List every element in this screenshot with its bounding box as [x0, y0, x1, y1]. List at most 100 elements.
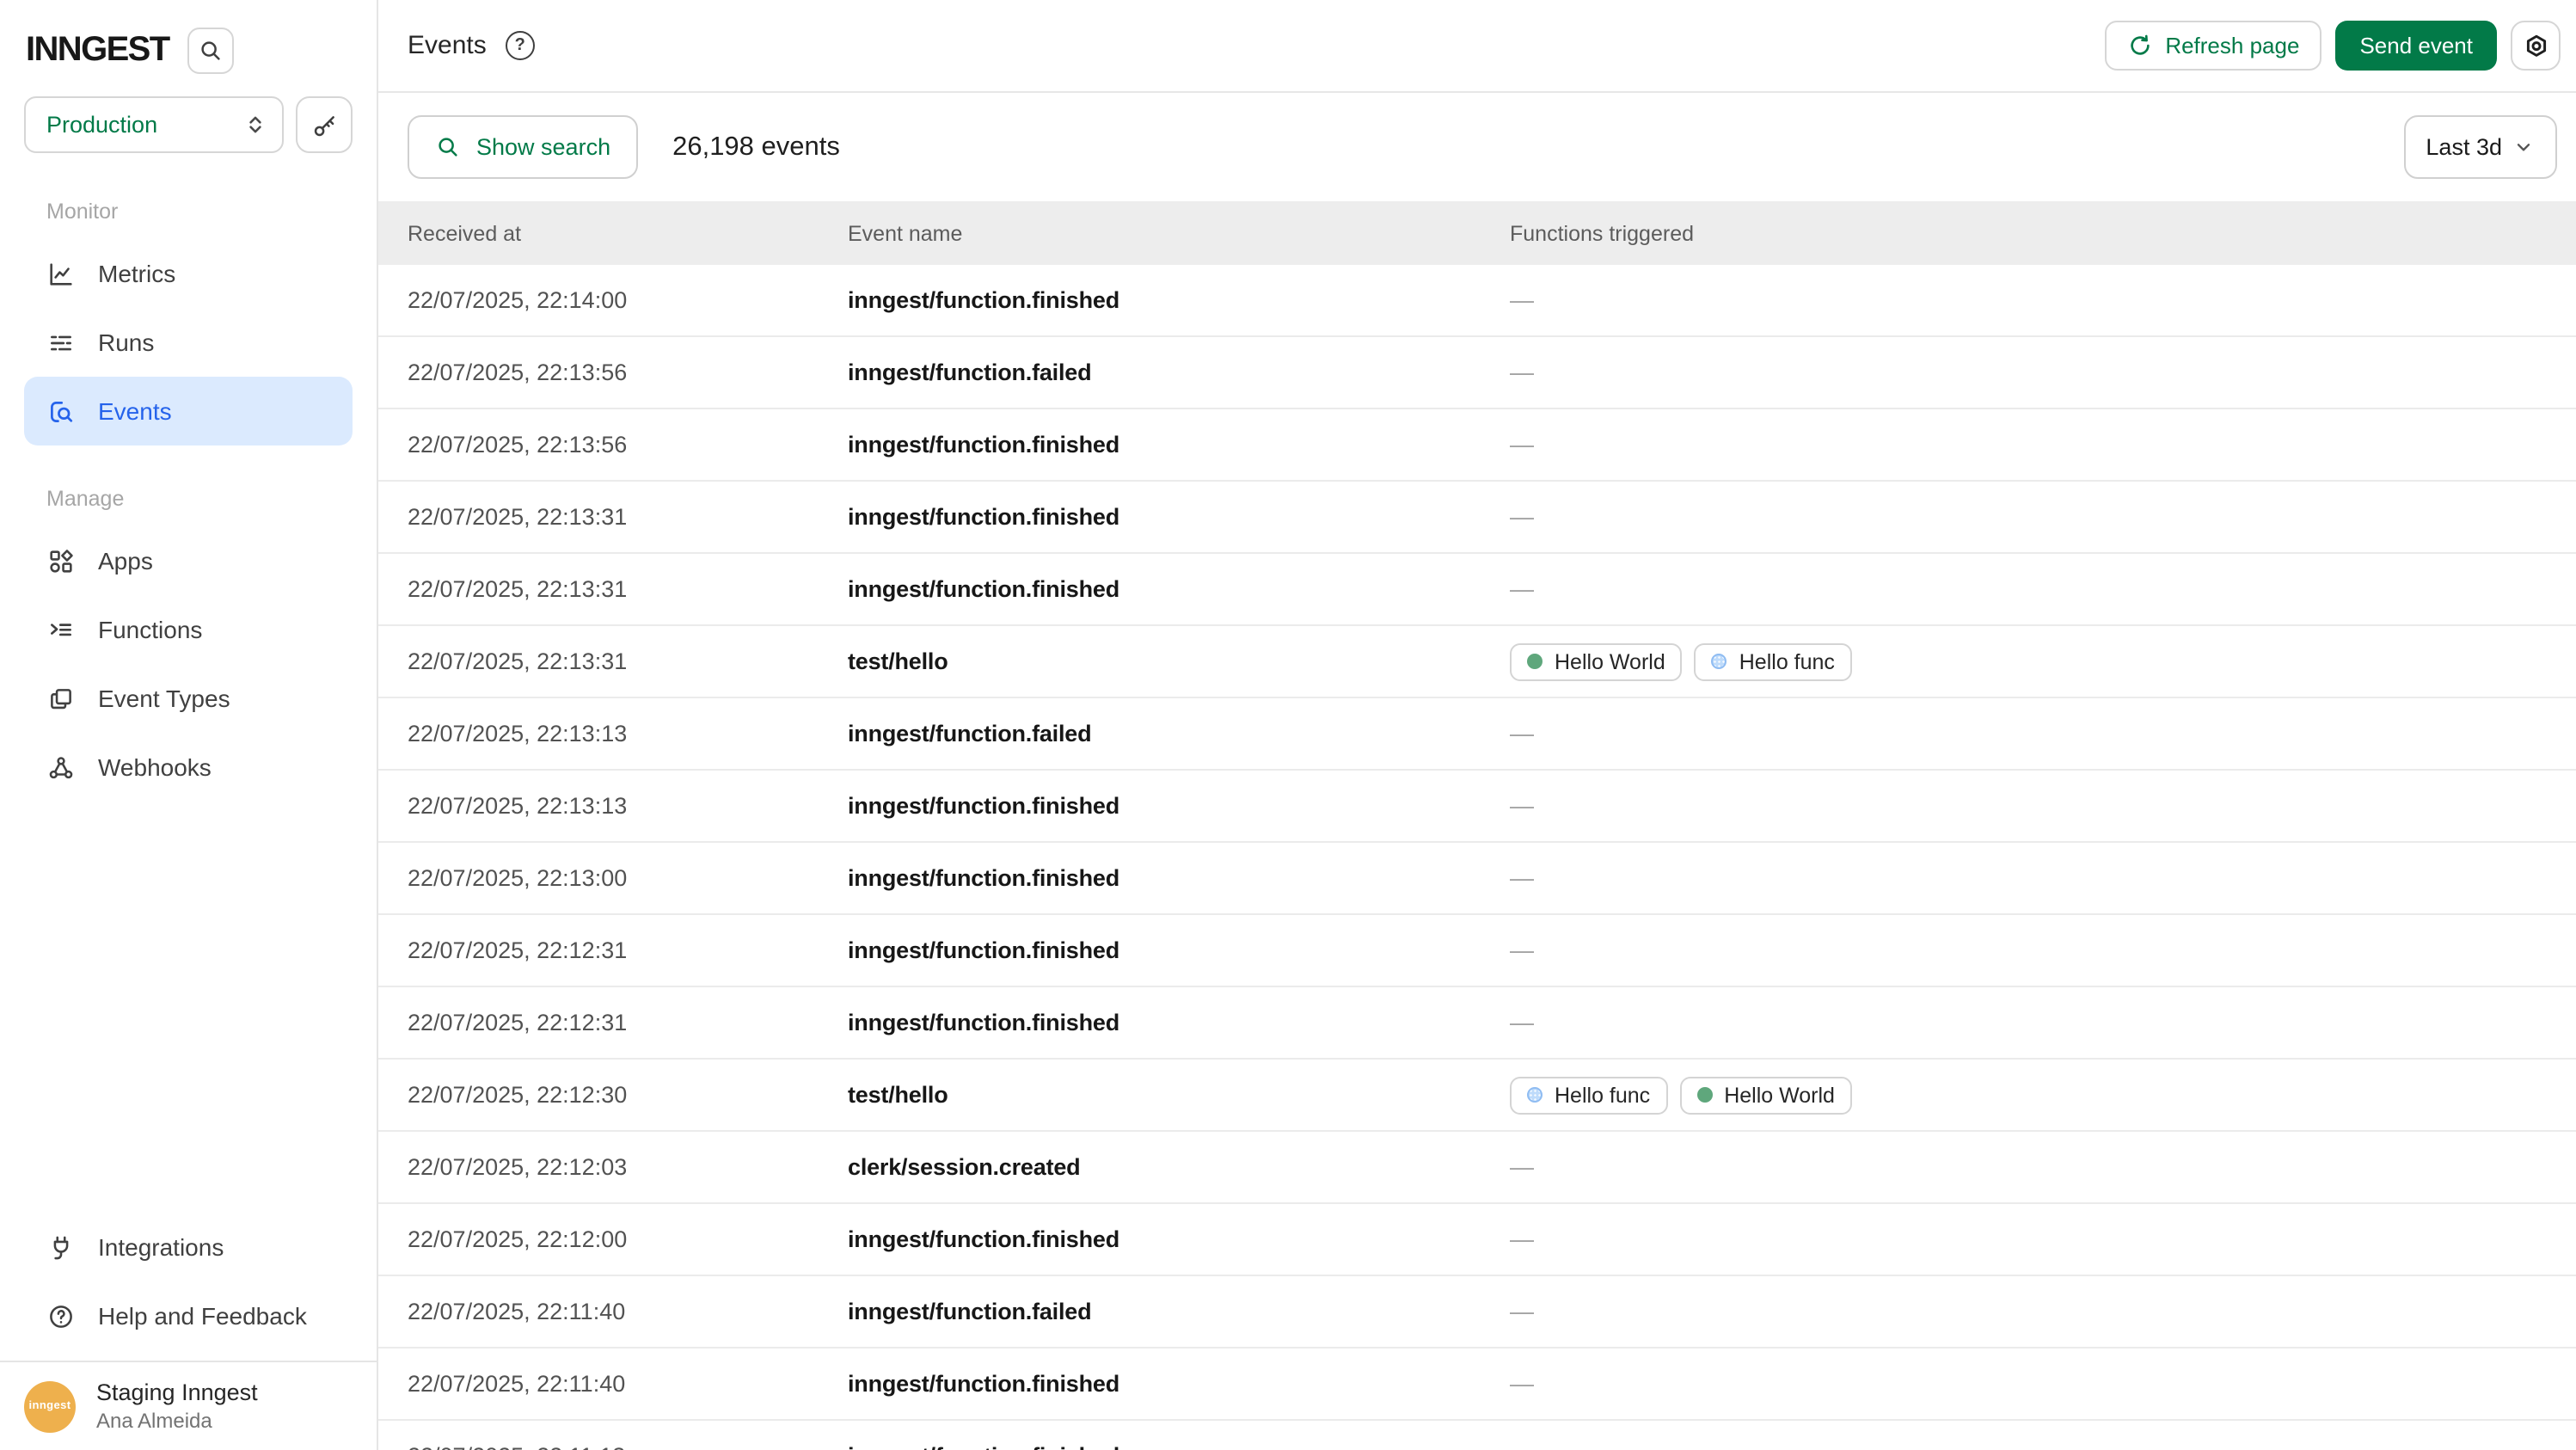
sidebar-spacer — [0, 802, 377, 1213]
sidebar-item-runs[interactable]: Runs — [24, 308, 353, 377]
sidebar-item-label: Help and Feedback — [98, 1302, 307, 1330]
table-row[interactable]: 22/07/2025, 22:13:31 inngest/function.fin… — [378, 554, 2576, 626]
empty-dash: — — [1510, 1152, 1534, 1179]
show-search-button[interactable]: Show search — [408, 115, 638, 179]
functions-triggered-cell: Hello World Hello func — [1510, 642, 2576, 680]
send-event-button[interactable]: Send event — [2335, 21, 2497, 71]
sidebar-item-webhooks[interactable]: Webhooks — [24, 733, 353, 802]
table-row[interactable]: 22/07/2025, 22:12:00inngest/function.fin… — [378, 1204, 2576, 1276]
events-search-icon — [46, 396, 76, 426]
event-name-cell: inngest/function.finished — [848, 575, 1119, 601]
section-label: Manage — [24, 487, 353, 511]
table-row[interactable]: 22/07/2025, 22:12:03clerk/session.create… — [378, 1132, 2576, 1204]
table-row[interactable]: 22/07/2025, 22:12:30test/helloHello func… — [378, 1060, 2576, 1132]
org-name: Staging Inngest — [96, 1379, 258, 1405]
function-status-dot-green — [1696, 1087, 1712, 1103]
received-at-cell: 22/07/2025, 22:12:00 — [408, 1226, 627, 1251]
functions-triggered-cell: — — [1510, 1152, 2576, 1183]
table-row[interactable]: 22/07/2025, 22:13:56inngest/function.fai… — [378, 337, 2576, 409]
received-at-cell: 22/07/2025, 22:13:13 — [408, 720, 627, 746]
sidebar-item-label: Runs — [98, 329, 154, 356]
table-row[interactable]: 22/07/2025, 22:13:56inngest/function.fin… — [378, 409, 2576, 482]
functions-triggered-cell: — — [1510, 1368, 2576, 1399]
settings-button[interactable] — [2511, 21, 2561, 71]
time-range-select[interactable]: Last 3d — [2403, 115, 2557, 179]
function-status-dot-green — [1527, 654, 1543, 669]
event-name-cell: inngest/function.failed — [848, 1298, 1091, 1324]
received-at-cell: 22/07/2025, 22:13:13 — [408, 792, 627, 818]
event-name-cell: test/hello — [848, 1081, 948, 1107]
empty-dash: — — [1510, 1296, 1534, 1324]
main-content: Events ? Refresh page Send event Show se… — [378, 0, 2576, 1450]
table-header: Received at Event name Functions trigger… — [378, 201, 2576, 265]
search-icon — [199, 38, 224, 64]
refresh-page-button[interactable]: Refresh page — [2105, 21, 2321, 71]
environment-select[interactable]: Production — [24, 96, 284, 153]
header-actions: Refresh page Send event — [2105, 21, 2561, 71]
event-name-cell: inngest/function.finished — [848, 1442, 1119, 1450]
sidebar-section-manage: Manage Apps Functions Event Types Webhoo… — [0, 487, 377, 802]
table-row[interactable]: 22/07/2025, 22:11:40inngest/function.fin… — [378, 1349, 2576, 1421]
event-name-cell: inngest/function.finished — [848, 431, 1119, 457]
event-name-cell: inngest/function.failed — [848, 359, 1091, 384]
sidebar: INNGEST Production Monitor Metrics — [0, 0, 378, 1450]
page-help-icon[interactable]: ? — [506, 31, 535, 60]
runs-list-icon — [46, 328, 76, 357]
sidebar-item-events[interactable]: Events — [24, 377, 353, 445]
table-row[interactable]: 22/07/2025, 22:13:31inngest/function.fin… — [378, 482, 2576, 554]
sidebar-search-button[interactable] — [188, 28, 235, 74]
event-name-cell: inngest/function.finished — [848, 503, 1119, 529]
table-row[interactable]: 22/07/2025, 22:13:13inngest/function.fin… — [378, 771, 2576, 843]
sidebar-item-label: Apps — [98, 547, 153, 574]
event-name-cell: inngest/function.finished — [848, 937, 1119, 962]
received-at-cell: 22/07/2025, 22:11:13 — [408, 1442, 625, 1450]
function-badge[interactable]: Hello func — [1695, 642, 1852, 680]
function-badge[interactable]: Hello World — [1679, 1076, 1852, 1114]
table-row[interactable]: 22/07/2025, 22:12:31inngest/function.fin… — [378, 987, 2576, 1060]
table-row[interactable]: 22/07/2025, 22:13:00inngest/function.fin… — [378, 843, 2576, 915]
empty-dash: — — [1510, 429, 1534, 457]
events-toolbar: Show search 26,198 events Last 3d — [378, 93, 2576, 201]
sidebar-item-integrations[interactable]: Integrations — [24, 1213, 353, 1281]
table-row[interactable]: 22/07/2025, 22:13:13 inngest/function.fai… — [378, 698, 2576, 771]
section-label: Monitor — [24, 200, 353, 224]
sidebar-item-label: Integrations — [98, 1233, 224, 1261]
functions-triggered-cell: — — [1510, 574, 2576, 605]
sidebar-item-metrics[interactable]: Metrics — [24, 239, 353, 308]
table-row[interactable]: 22/07/2025, 22:13:31 test/hello Hello Worl… — [378, 626, 2576, 698]
functions-triggered-cell: — — [1510, 935, 2576, 966]
table-row[interactable]: 22/07/2025, 22:11:13 inngest/function.fin… — [378, 1421, 2576, 1450]
function-status-dot-blue — [1527, 1087, 1543, 1103]
event-name-cell: test/hello — [848, 648, 948, 673]
time-range-label: Last 3d — [2426, 134, 2502, 160]
function-badge-label: Hello World — [1724, 1083, 1835, 1107]
chevron-down-icon — [2512, 136, 2535, 158]
event-name-cell: inngest/function.failed — [848, 720, 1091, 746]
account-switcher[interactable]: inngest Staging Inngest Ana Almeida — [0, 1361, 377, 1450]
received-at-cell: 22/07/2025, 22:13:31 — [408, 575, 627, 601]
functions-triggered-cell: — — [1510, 790, 2576, 821]
event-types-copy-icon — [46, 684, 76, 713]
function-badge[interactable]: Hello func — [1510, 1076, 1667, 1114]
function-badge[interactable]: Hello World — [1510, 642, 1683, 680]
table-row[interactable]: 22/07/2025, 22:14:00inngest/function.fin… — [378, 265, 2576, 337]
functions-triggered-cell: — — [1510, 1296, 2576, 1327]
table-row[interactable]: 22/07/2025, 22:11:40inngest/function.fai… — [378, 1276, 2576, 1349]
empty-dash: — — [1510, 1007, 1534, 1035]
sidebar-item-functions[interactable]: Functions — [24, 595, 353, 664]
event-keys-button[interactable] — [296, 96, 353, 153]
functions-triggered-cell: — — [1510, 429, 2576, 460]
functions-triggered-cell: — — [1510, 285, 2576, 316]
table-row[interactable]: 22/07/2025, 22:12:31inngest/function.fin… — [378, 915, 2576, 987]
sidebar-item-apps[interactable]: Apps — [24, 526, 353, 595]
column-header-event-name: Event name — [848, 221, 1510, 245]
empty-dash: — — [1510, 501, 1534, 529]
sidebar-item-help-and-feedback[interactable]: Help and Feedback — [24, 1281, 353, 1350]
environment-row: Production — [0, 74, 377, 153]
functions-triggered-cell: — — [1510, 718, 2576, 749]
empty-dash: — — [1510, 574, 1534, 601]
sidebar-item-event-types[interactable]: Event Types — [24, 664, 353, 733]
app-root: INNGEST Production Monitor Metrics — [0, 0, 2576, 1450]
received-at-cell: 22/07/2025, 22:13:31 — [408, 648, 627, 673]
column-header-functions-triggered: Functions triggered — [1510, 221, 2576, 245]
